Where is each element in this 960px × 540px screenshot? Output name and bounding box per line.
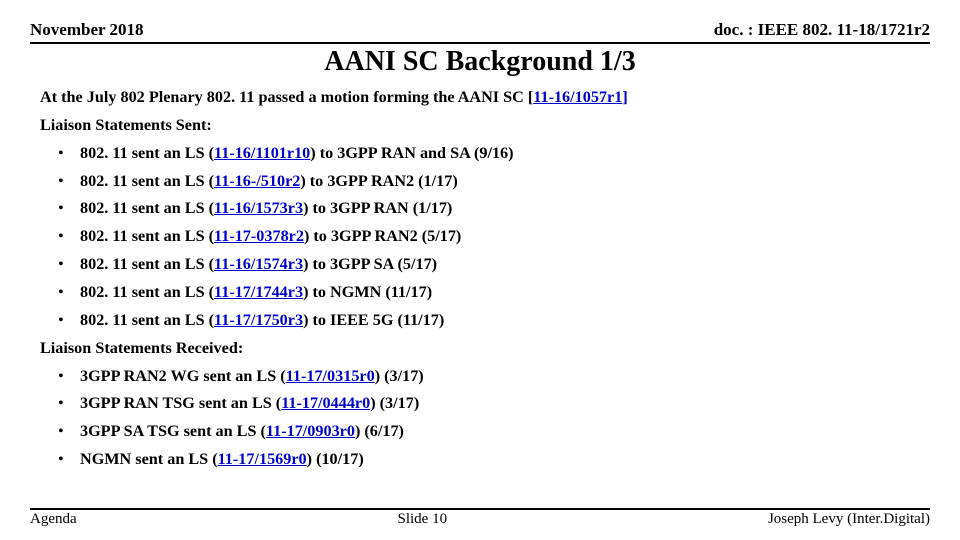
sent-heading: Liaison Statements Sent:	[40, 112, 920, 140]
item-suffix: ) (6/17)	[355, 422, 404, 440]
doc-link[interactable]: 11-17-0378r2	[214, 227, 304, 245]
list-item: 3GPP SA TSG sent an LS (11-17/0903r0) (6…	[58, 418, 920, 446]
item-suffix: ) to 3GPP RAN2 (1/17)	[300, 172, 457, 190]
intro-suffix: ]	[622, 88, 627, 106]
list-item: 802. 11 sent an LS (11-16/1574r3) to 3GP…	[58, 251, 920, 279]
list-item: 802. 11 sent an LS (11-17/1750r3) to IEE…	[58, 307, 920, 335]
intro-link[interactable]: 11-16/1057r1	[533, 88, 622, 106]
doc-link[interactable]: 11-16/1101r10	[214, 144, 310, 162]
item-suffix: ) to 3GPP SA (5/17)	[303, 255, 437, 273]
doc-link[interactable]: 11-17/1744r3	[214, 283, 303, 301]
doc-link[interactable]: 11-17/0903r0	[266, 422, 355, 440]
item-suffix: ) (3/17)	[375, 367, 424, 385]
item-prefix: 3GPP RAN2 WG sent an LS (	[80, 367, 286, 385]
list-item: 3GPP RAN TSG sent an LS (11-17/0444r0) (…	[58, 390, 920, 418]
item-suffix: ) to NGMN (11/17)	[303, 283, 432, 301]
item-suffix: ) to 3GPP RAN and SA (9/16)	[310, 144, 513, 162]
slide-body: At the July 802 Plenary 802. 11 passed a…	[30, 84, 930, 506]
intro-line: At the July 802 Plenary 802. 11 passed a…	[40, 84, 920, 112]
item-prefix: 802. 11 sent an LS (	[80, 199, 214, 217]
slide-header: November 2018 doc. : IEEE 802. 11-18/172…	[30, 20, 930, 44]
doc-link[interactable]: 11-17/0444r0	[281, 394, 370, 412]
item-prefix: 802. 11 sent an LS (	[80, 311, 214, 329]
header-docnum: doc. : IEEE 802. 11-18/1721r2	[714, 20, 930, 40]
slide-footer: Agenda Slide 10 Joseph Levy (Inter.Digit…	[30, 510, 930, 528]
item-prefix: 3GPP RAN TSG sent an LS (	[80, 394, 281, 412]
item-prefix: 802. 11 sent an LS (	[80, 255, 214, 273]
item-suffix: ) (10/17)	[307, 450, 364, 468]
doc-link[interactable]: 11-16/1573r3	[214, 199, 303, 217]
recv-list: 3GPP RAN2 WG sent an LS (11-17/0315r0) (…	[58, 363, 920, 474]
list-item: 802. 11 sent an LS (11-17/1744r3) to NGM…	[58, 279, 920, 307]
slide-title: AANI SC Background 1/3	[30, 46, 930, 78]
item-suffix: ) (3/17)	[370, 394, 419, 412]
sent-list: 802. 11 sent an LS (11-16/1101r10) to 3G…	[58, 140, 920, 335]
header-date: November 2018	[30, 20, 143, 40]
footer-left: Agenda	[30, 511, 77, 528]
item-prefix: 802. 11 sent an LS (	[80, 144, 214, 162]
recv-heading: Liaison Statements Received:	[40, 335, 920, 363]
item-prefix: 802. 11 sent an LS (	[80, 227, 214, 245]
doc-link[interactable]: 11-16-/510r2	[214, 172, 300, 190]
item-suffix: ) to 3GPP RAN (1/17)	[303, 199, 452, 217]
footer-center: Slide 10	[398, 511, 448, 528]
item-prefix: 802. 11 sent an LS (	[80, 283, 214, 301]
list-item: NGMN sent an LS (11-17/1569r0) (10/17)	[58, 446, 920, 474]
list-item: 802. 11 sent an LS (11-16-/510r2) to 3GP…	[58, 168, 920, 196]
intro-text: At the July 802 Plenary 802. 11 passed a…	[40, 88, 533, 106]
slide: November 2018 doc. : IEEE 802. 11-18/172…	[0, 0, 960, 540]
footer-right: Joseph Levy (Inter.Digital)	[768, 511, 930, 528]
list-item: 802. 11 sent an LS (11-16/1101r10) to 3G…	[58, 140, 920, 168]
item-prefix: NGMN sent an LS (	[80, 450, 218, 468]
doc-link[interactable]: 11-17/0315r0	[286, 367, 375, 385]
item-suffix: ) to IEEE 5G (11/17)	[303, 311, 444, 329]
item-prefix: 3GPP SA TSG sent an LS (	[80, 422, 266, 440]
doc-link[interactable]: 11-17/1750r3	[214, 311, 303, 329]
list-item: 802. 11 sent an LS (11-16/1573r3) to 3GP…	[58, 195, 920, 223]
list-item: 802. 11 sent an LS (11-17-0378r2) to 3GP…	[58, 223, 920, 251]
item-suffix: ) to 3GPP RAN2 (5/17)	[304, 227, 461, 245]
doc-link[interactable]: 11-16/1574r3	[214, 255, 303, 273]
item-prefix: 802. 11 sent an LS (	[80, 172, 214, 190]
doc-link[interactable]: 11-17/1569r0	[218, 450, 307, 468]
list-item: 3GPP RAN2 WG sent an LS (11-17/0315r0) (…	[58, 363, 920, 391]
